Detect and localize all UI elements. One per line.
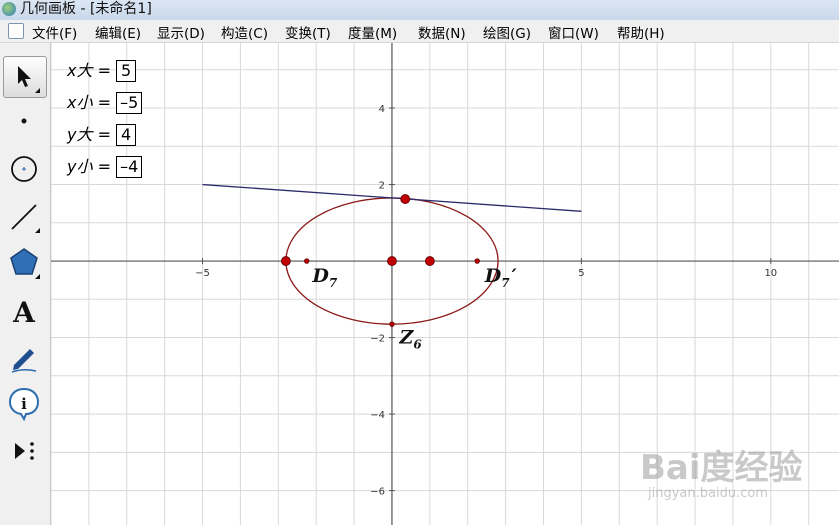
menu-construct[interactable]: 构造(C)	[221, 22, 268, 42]
polygon-icon	[10, 248, 40, 279]
menu-graph[interactable]: 绘图(G)	[483, 22, 531, 42]
information-tool[interactable]: i	[4, 383, 44, 423]
parameter-y-max[interactable]: y大 = 4	[67, 121, 137, 146]
title-bar: 几何画板 - [未命名1]	[0, 0, 839, 20]
arrow-select-tool[interactable]	[3, 56, 47, 98]
menu-data[interactable]: 数据(N)	[418, 22, 466, 42]
segment-icon	[11, 204, 40, 233]
menu-window[interactable]: 窗口(W)	[548, 22, 599, 42]
x-tick-label: 10	[764, 268, 777, 279]
plot-point	[400, 194, 411, 204]
point-tool[interactable]	[4, 101, 44, 141]
plot-point	[389, 321, 395, 327]
x-tick-label: −5	[195, 268, 210, 279]
straightedge-tool[interactable]	[4, 197, 44, 237]
toolbox: A i	[0, 43, 51, 525]
plot-point	[387, 256, 397, 266]
x-tick-label: 5	[578, 268, 584, 279]
y-tick-label: −6	[370, 487, 385, 498]
parameter-value-box[interactable]: 4	[116, 124, 137, 146]
menu-display[interactable]: 显示(D)	[157, 22, 205, 42]
watermark: Bai度经验 jingyan.baidu.com	[640, 440, 810, 515]
point-label: D7	[311, 265, 337, 290]
y-tick-label: −2	[370, 334, 385, 345]
y-tick-label: 4	[379, 104, 385, 115]
watermark-url: jingyan.baidu.com	[648, 486, 768, 501]
menu-help[interactable]: 帮助(H)	[617, 22, 665, 42]
plot-point	[424, 256, 435, 266]
play-more-icon	[15, 442, 34, 460]
window-title: 几何画板 - [未命名1]	[20, 1, 152, 17]
watermark-logo: Bai度经验	[640, 448, 803, 488]
marker-pen-icon	[11, 349, 37, 373]
text-icon: A	[12, 296, 36, 329]
menu-edit[interactable]: 编辑(E)	[95, 22, 141, 42]
point-icon	[21, 118, 27, 124]
menu-file[interactable]: 文件(F)	[32, 22, 77, 42]
polygon-tool[interactable]	[4, 243, 44, 283]
arrow-icon	[18, 66, 40, 93]
circle-icon	[11, 156, 37, 182]
menu-transform[interactable]: 变换(T)	[285, 22, 331, 42]
point-label: D7 ′	[484, 265, 517, 290]
svg-text:i: i	[21, 395, 27, 413]
compass-tool[interactable]	[4, 149, 44, 189]
point-label: Z6	[399, 326, 423, 351]
document-icon[interactable]	[8, 23, 24, 39]
app-icon	[2, 2, 16, 16]
svg-text:A: A	[12, 296, 36, 329]
plot-point	[280, 256, 291, 266]
parameter-value-box[interactable]: 5	[116, 60, 137, 82]
plot-point	[474, 258, 480, 264]
parameter-x-max[interactable]: x大 = 5	[67, 57, 137, 82]
y-tick-label: −4	[370, 410, 385, 421]
parameter-value-box[interactable]: –5	[116, 92, 143, 114]
info-icon: i	[8, 387, 40, 422]
parameter-value-box[interactable]: –4	[116, 156, 143, 178]
text-tool[interactable]: A	[4, 291, 44, 331]
marker-tool[interactable]	[4, 337, 44, 377]
parameter-x-min[interactable]: x小 = –5	[67, 89, 143, 114]
custom-tools[interactable]	[4, 431, 44, 471]
plot-point	[304, 258, 310, 264]
parameter-y-min[interactable]: y小 = –4	[67, 153, 143, 178]
y-tick-label: 2	[379, 181, 385, 192]
menu-measure[interactable]: 度量(M)	[348, 22, 397, 42]
